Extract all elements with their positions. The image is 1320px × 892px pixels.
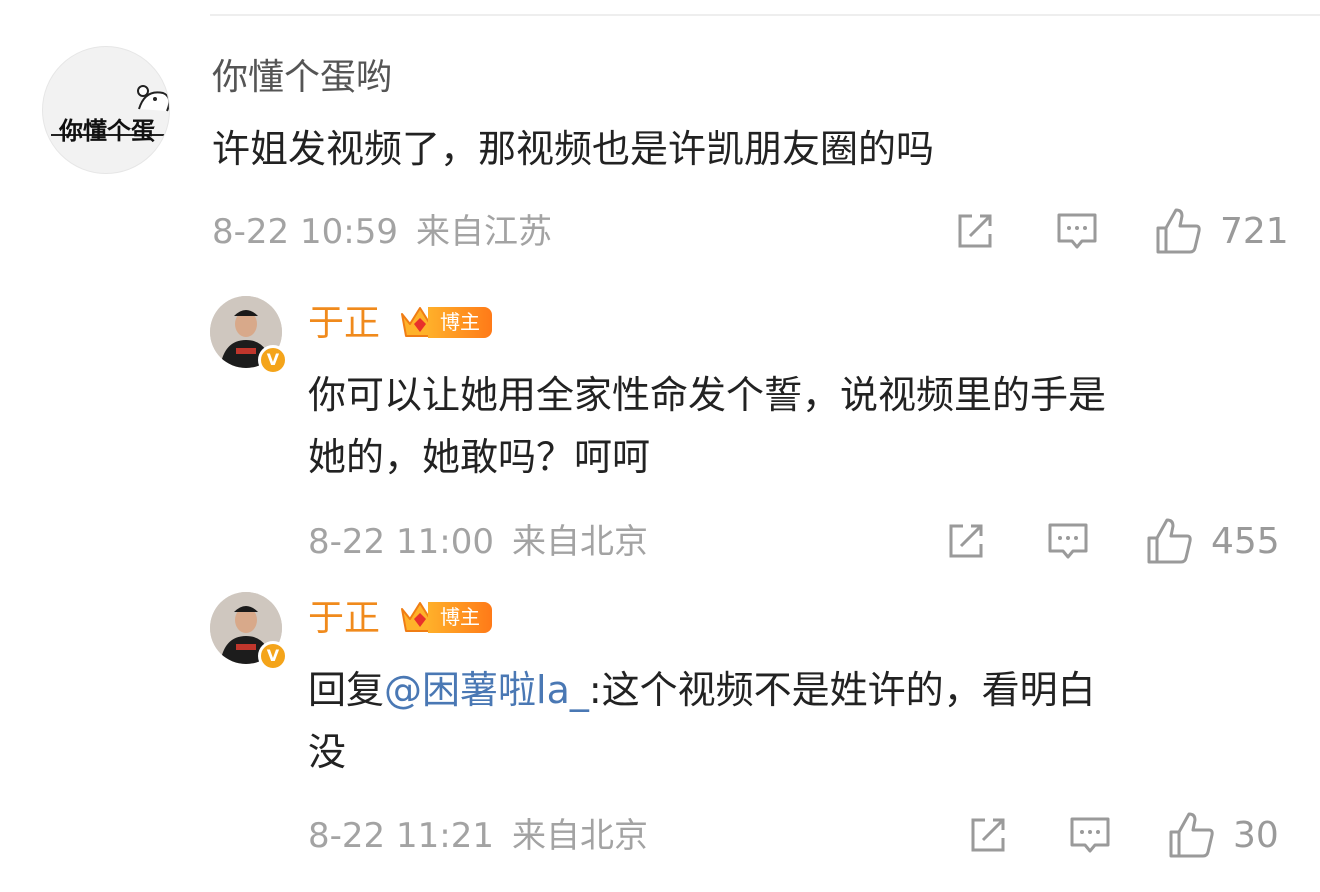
username[interactable]: 于正 <box>308 597 380 641</box>
username[interactable]: 于正 <box>308 302 380 346</box>
comment-location: 来自江苏 <box>415 212 552 252</box>
comment-text: 许姐发视频了，那视频也是许凯朋友圈的吗 <box>212 127 935 171</box>
comment-icon[interactable] <box>1045 518 1091 564</box>
share-icon[interactable] <box>952 208 998 254</box>
mention-link[interactable]: @困薯啦la_ <box>384 668 589 712</box>
comment-text-segment: :这个视频不是姓许的，看明白 <box>588 668 1096 712</box>
comment-text-line: 她的，她敢吗？呵呵 <box>308 435 651 479</box>
comment-icon[interactable] <box>1067 812 1113 858</box>
thumbs-up-icon[interactable] <box>1145 516 1195 566</box>
comment-text: 回复@困薯啦la_:这个视频不是姓许的，看明白 没 <box>308 659 1268 783</box>
username[interactable]: 你懂个蛋哟 <box>212 56 392 100</box>
reply-prefix: 回复 <box>308 668 385 712</box>
comment-text-line: 你可以让她用全家性命发个誓，说视频里的手是 <box>308 373 1107 417</box>
comment-date: 8-22 11:21 <box>308 816 494 856</box>
avatar[interactable]: 你懂个蛋 <box>42 46 170 174</box>
comment-date: 8-22 10:59 <box>212 212 398 252</box>
thumbs-up-icon[interactable] <box>1167 810 1217 860</box>
comment-text-line: 没 <box>308 730 347 774</box>
share-icon[interactable] <box>943 518 989 564</box>
like-count: 30 <box>1233 815 1279 856</box>
comment-text: 你可以让她用全家性命发个誓，说视频里的手是 她的，她敢吗？呵呵 <box>308 364 1268 488</box>
comment-date: 8-22 11:00 <box>308 522 494 562</box>
thumbs-up-icon[interactable] <box>1154 206 1204 256</box>
comment-meta: 8-22 10:59 来自江苏 <box>212 212 570 252</box>
like-count: 721 <box>1220 211 1289 252</box>
comment-meta: 8-22 11:21 来自北京 <box>308 816 666 856</box>
top-divider <box>210 14 1320 16</box>
verified-icon: V <box>258 641 288 671</box>
badge-label: 博主 <box>428 307 492 338</box>
comment-location: 来自北京 <box>511 816 648 856</box>
comment-text-line: 回复@困薯啦la_:这个视频不是姓许的，看明白 <box>308 659 1268 721</box>
comment-location: 来自北京 <box>511 522 648 562</box>
blogger-badge: 博主 <box>398 302 494 342</box>
avatar-text: 你懂个蛋 <box>59 117 155 145</box>
share-icon[interactable] <box>965 812 1011 858</box>
verified-icon: V <box>258 345 288 375</box>
blogger-badge: 博主 <box>398 597 494 637</box>
bear-logo-icon <box>51 85 169 136</box>
like-count: 455 <box>1211 521 1280 562</box>
badge-label: 博主 <box>428 602 492 633</box>
comment-icon[interactable] <box>1054 208 1100 254</box>
comment-meta: 8-22 11:00 来自北京 <box>308 522 666 562</box>
